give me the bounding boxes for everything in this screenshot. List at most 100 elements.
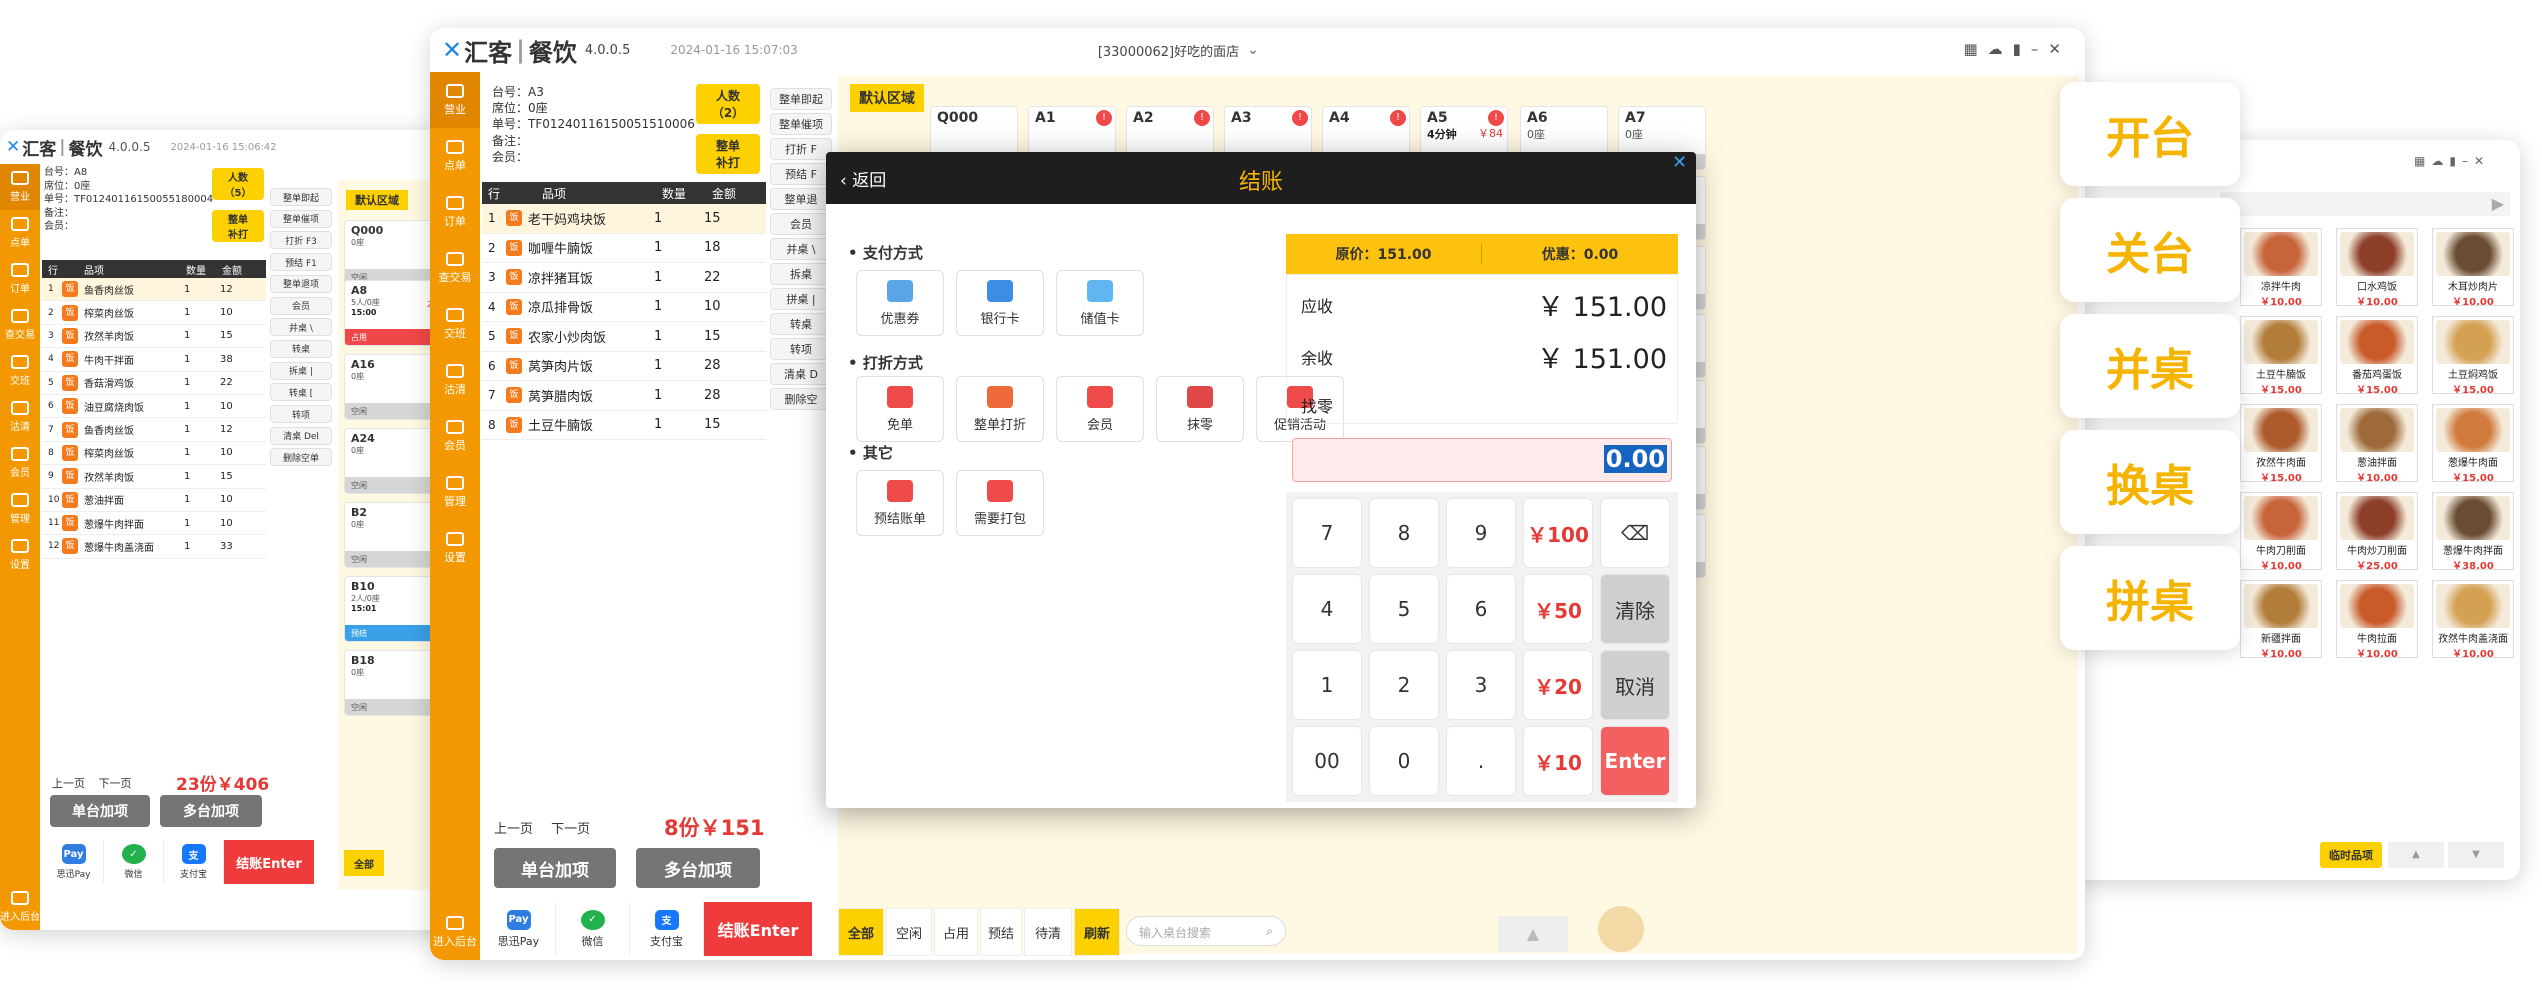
area-tag[interactable]: 默认区域 (346, 190, 408, 210)
nav-item[interactable]: 管理 (0, 486, 40, 532)
option-会员[interactable]: 会员 (1056, 376, 1144, 442)
key-取消[interactable]: 取消 (1600, 650, 1670, 720)
checkout-button[interactable]: 结账Enter (224, 840, 314, 884)
filter-all[interactable]: 全部 (344, 850, 384, 876)
key-4[interactable]: 4 (1292, 574, 1362, 644)
nav-item[interactable]: 点单 (0, 210, 40, 256)
single-add-button[interactable]: 单台加项 (50, 795, 150, 827)
key-￥100[interactable]: ￥100 (1523, 498, 1593, 568)
nav-item[interactable]: 沽清 (430, 352, 480, 408)
pay-sixun[interactable]: Pay 思迅Pay (482, 902, 556, 956)
list-item[interactable]: 6 饭莴笋肉片饭 1 28 (482, 351, 766, 381)
side-button[interactable]: 会员 (770, 213, 832, 235)
dish-card[interactable]: 新疆拌面 ￥10.00 (2240, 580, 2322, 660)
dish-card[interactable]: 木耳炒肉片 ￥10.00 (2432, 228, 2514, 308)
dish-card[interactable]: 葱爆牛肉面 ￥15.00 (2432, 404, 2514, 484)
key-8[interactable]: 8 (1369, 498, 1439, 568)
list-item[interactable]: 9 饭孜然羊肉饭 1 15 (42, 465, 266, 489)
dish-card[interactable]: 葱爆牛肉拌面 ￥38.00 (2432, 492, 2514, 572)
key-.[interactable]: . (1446, 726, 1516, 796)
nav-item[interactable]: 查交易 (430, 240, 480, 296)
list-item[interactable]: 11 饭葱爆牛肉拌面 1 10 (42, 511, 266, 536)
side-button[interactable]: 清桌 D (770, 363, 832, 385)
minimize-icon[interactable]: – (2462, 154, 2474, 168)
nav-item[interactable]: 查交易 (0, 302, 40, 348)
option-需要打包[interactable]: 需要打包 (956, 470, 1044, 536)
key-￥10[interactable]: ￥10 (1523, 726, 1593, 796)
reprint-button[interactable]: 整单 补打 (212, 210, 264, 242)
guests-button[interactable]: 人数 （2） (696, 84, 760, 124)
side-button[interactable]: 拆桌 (770, 263, 832, 285)
option-优惠券[interactable]: 优惠券 (856, 270, 944, 336)
side-button[interactable]: 整单退 (770, 188, 832, 210)
side-button[interactable]: 预结 F (770, 163, 832, 185)
nav-item[interactable]: 设置 (430, 520, 480, 576)
side-button[interactable]: 清桌 Del (270, 426, 332, 445)
key-￥50[interactable]: ￥50 (1523, 574, 1593, 644)
option-银行卡[interactable]: 银行卡 (956, 270, 1044, 336)
side-button[interactable]: 打折 F (770, 138, 832, 160)
side-button[interactable]: 整单即起 (270, 188, 332, 206)
minimize-icon[interactable]: – (2031, 40, 2049, 58)
dish-card[interactable]: 凉拌牛肉 ￥10.00 (2240, 228, 2322, 308)
key-￥20[interactable]: ￥20 (1523, 650, 1593, 720)
pay-wechat[interactable]: ✓ 微信 (104, 840, 164, 884)
list-item[interactable]: 5 饭香菇滑鸡饭 1 22 (42, 371, 266, 395)
dish-card[interactable]: 番茄鸡蛋饭 ￥15.00 (2336, 316, 2418, 396)
list-item[interactable]: 6 饭油豆腐烧肉饭 1 10 (42, 394, 266, 419)
list-item[interactable]: 8 饭土豆牛腩饭 1 15 (482, 410, 766, 440)
dish-card[interactable]: 葱油拌面 ￥10.00 (2336, 404, 2418, 484)
nav-item[interactable]: 交班 (0, 348, 40, 394)
key-2[interactable]: 2 (1369, 650, 1439, 720)
nav-item[interactable]: 营业 (430, 72, 480, 128)
side-button[interactable]: 预结 F1 (270, 253, 332, 272)
nav-item[interactable]: 点单 (430, 128, 480, 184)
action-2[interactable]: 并桌 (2060, 314, 2240, 418)
grid-icon[interactable]: ▦ (1963, 40, 1987, 58)
nav-item[interactable]: 设置 (0, 532, 40, 578)
single-add-button[interactable]: 单台加项 (494, 848, 616, 888)
close-icon[interactable]: ✕ (2474, 154, 2490, 168)
list-item[interactable]: 2 饭榨菜肉丝饭 1 10 (42, 301, 266, 325)
nav-item[interactable]: 会员 (0, 440, 40, 486)
side-button[interactable]: 拼桌 | (770, 288, 832, 310)
side-button[interactable]: 拆桌 | (270, 361, 332, 380)
side-button[interactable]: 转桌 [ (270, 383, 332, 402)
next-page-button[interactable]: 下一页 (99, 777, 132, 790)
side-button[interactable]: 整单退项 (270, 274, 332, 293)
key-3[interactable]: 3 (1446, 650, 1516, 720)
nav-item[interactable]: 沽清 (0, 394, 40, 440)
list-item[interactable]: 12 饭葱爆牛肉盖浇面 1 33 (42, 535, 266, 559)
prev-page-button[interactable]: 上一页 (494, 822, 533, 837)
dish-card[interactable]: 土豆焖鸡饭 ￥15.00 (2432, 316, 2514, 396)
guests-button[interactable]: 人数 （5） (212, 168, 264, 200)
pay-wechat[interactable]: ✓ 微信 (556, 902, 630, 956)
list-item[interactable]: 10 饭葱油拌面 1 10 (42, 488, 266, 512)
key-5[interactable]: 5 (1369, 574, 1439, 644)
side-button[interactable]: 整单即起 (770, 88, 832, 110)
side-button[interactable]: 整单催项 (770, 113, 832, 135)
dish-card[interactable]: 土豆牛腩饭 ￥15.00 (2240, 316, 2322, 396)
grid-icon[interactable]: ▦ (2414, 154, 2431, 168)
close-icon[interactable]: ✕ (1672, 152, 1692, 173)
option-整单打折[interactable]: 整单打折 (956, 376, 1044, 442)
filter-4[interactable]: 待清 (1024, 908, 1072, 956)
chevron-down-icon[interactable]: ⌄ (1247, 42, 1259, 58)
side-button[interactable]: 删除空 (770, 388, 832, 410)
list-item[interactable]: 1 饭鱼香肉丝饭 1 12 (42, 278, 266, 302)
key-1[interactable]: 1 (1292, 650, 1362, 720)
pay-sixun[interactable]: Pay 思迅Pay (44, 840, 104, 884)
cloud-icon[interactable]: ☁ (2431, 154, 2449, 168)
multi-add-button[interactable]: 多台加项 (636, 848, 760, 888)
action-3[interactable]: 换桌 (2060, 430, 2240, 534)
side-button[interactable]: 并桌 \ (770, 238, 832, 260)
table-search-input[interactable]: 输入桌台搜索 ⌕ (1126, 916, 1286, 946)
option-储值卡[interactable]: 储值卡 (1056, 270, 1144, 336)
store-name[interactable]: [33000062]好吃的面店 (1098, 41, 1239, 60)
list-item[interactable]: 2 饭咖喱牛腩饭 1 18 (482, 233, 766, 263)
side-button[interactable]: 会员 (270, 296, 332, 315)
nav-item[interactable]: 管理 (430, 464, 480, 520)
nav-item[interactable]: 进入后台 (0, 884, 40, 930)
option-抹零[interactable]: 抹零 (1156, 376, 1244, 442)
side-button[interactable]: 打折 F3 (270, 231, 332, 250)
